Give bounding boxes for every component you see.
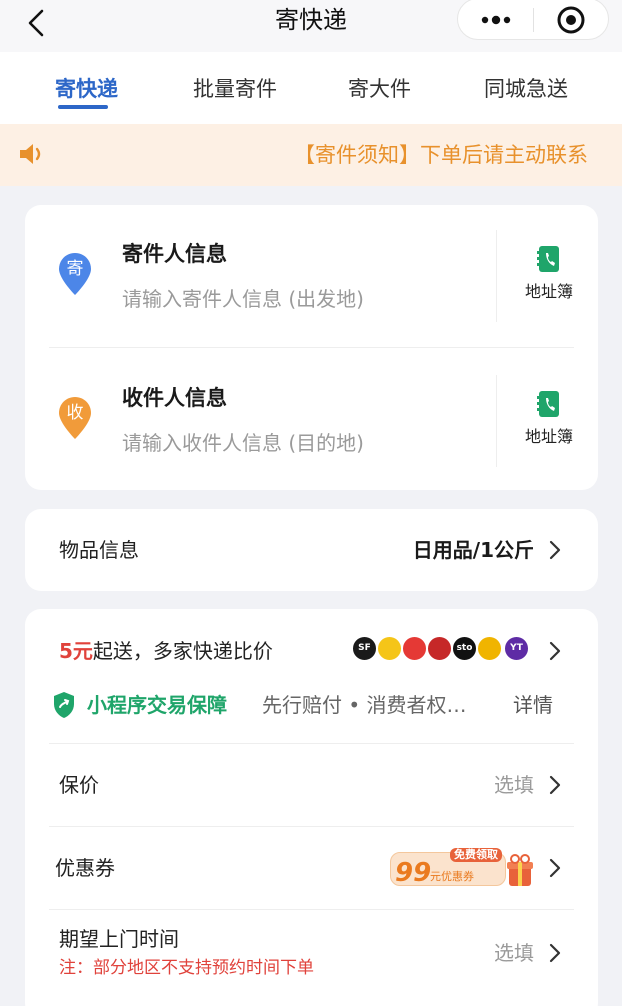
chevron-right-icon[interactable] <box>548 775 562 795</box>
chevron-right-icon <box>549 540 561 560</box>
chevron-right-icon[interactable] <box>548 943 562 963</box>
coupon-badge[interactable]: 免费领取 99 元优惠券 <box>390 844 536 894</box>
courier-logo-yt: YT <box>504 636 529 661</box>
speaker-icon <box>20 144 41 164</box>
divider <box>49 909 574 910</box>
coupon-label: 优惠券 <box>55 856 115 880</box>
address-card: 寄 寄件人信息 请输入寄件人信息 (出发地) 地址簿 收 收件人信息 请输入收件… <box>25 205 598 490</box>
address-book-icon <box>537 391 559 417</box>
courier-logos: SF sto YT <box>352 633 534 663</box>
price-compare-text: 起送，多家快递比价 <box>92 639 273 663</box>
courier-logo <box>402 636 427 661</box>
coupon-unit-text: 元优惠券 <box>430 870 474 883</box>
pickup-time-value[interactable]: 选填 <box>494 938 534 968</box>
receiver-address-book-button[interactable]: 地址簿 <box>513 390 585 448</box>
sender-address-book-button[interactable]: 地址簿 <box>513 245 585 303</box>
guarantee-detail-link[interactable]: 详情 <box>513 690 553 720</box>
receiver-badge: 收 <box>57 395 93 441</box>
pickup-time-label: 期望上门时间 <box>59 927 179 951</box>
capsule-divider <box>533 8 534 32</box>
receiver-input-placeholder[interactable]: 请输入收件人信息 (目的地) <box>122 428 364 458</box>
notice-banner[interactable]: 【寄件须知】下单后请主动联系 <box>0 124 622 186</box>
courier-logo-sto: sto <box>452 636 477 661</box>
tab-same-city[interactable]: 同城急送 <box>484 74 568 104</box>
shield-icon <box>54 692 74 718</box>
guarantee-title: 小程序交易保障 <box>87 693 227 717</box>
goods-info-row[interactable]: 物品信息 日用品/1公斤 <box>25 509 598 591</box>
sender-title[interactable]: 寄件人信息 <box>122 239 227 269</box>
notice-text: 【寄件须知】下单后请主动联系 <box>294 143 588 167</box>
receiver-badge-text: 收 <box>66 403 84 423</box>
price-compare-row[interactable]: 5元起送，多家快递比价 <box>59 636 273 666</box>
courier-logo <box>427 636 452 661</box>
sender-badge: 寄 <box>57 251 93 297</box>
insurance-label: 保价 <box>59 773 99 797</box>
tab-large-item[interactable]: 寄大件 <box>348 74 411 104</box>
sender-badge-text: 寄 <box>66 259 84 279</box>
sender-address-book-label: 地址簿 <box>524 282 573 301</box>
receiver-divider <box>496 375 497 467</box>
mini-program-capsule <box>457 0 609 40</box>
more-dots-icon[interactable] <box>476 5 516 35</box>
price-highlight: 5元 <box>59 639 93 663</box>
sender-input-placeholder[interactable]: 请输入寄件人信息 (出发地) <box>122 284 364 314</box>
service-card: 5元起送，多家快递比价 SF sto YT 小程序交易保障 先行赔付 • 消费者… <box>25 609 598 1006</box>
receiver-address-book-label: 地址簿 <box>524 427 573 446</box>
tab-send-express[interactable]: 寄快递 <box>55 74 118 104</box>
goods-label: 物品信息 <box>59 538 139 562</box>
divider <box>49 826 574 827</box>
target-circle-icon[interactable] <box>554 3 588 37</box>
active-tab-indicator <box>58 105 108 109</box>
receiver-title[interactable]: 收件人信息 <box>122 383 227 413</box>
chevron-right-icon[interactable] <box>548 858 562 878</box>
insurance-value[interactable]: 选填 <box>494 770 534 800</box>
address-divider <box>49 347 574 348</box>
tab-bar: 寄快递 批量寄件 寄大件 同城急送 <box>0 52 622 124</box>
gift-icon <box>507 854 533 886</box>
goods-value: 日用品/1公斤 <box>412 538 534 562</box>
divider <box>49 743 574 744</box>
sender-divider <box>496 230 497 322</box>
address-book-icon <box>537 246 559 272</box>
courier-logo <box>377 636 402 661</box>
coupon-tag: 免费领取 <box>450 848 502 862</box>
top-bar: 寄快递 <box>0 0 622 52</box>
courier-logo <box>477 636 502 661</box>
pickup-time-note: 注：部分地区不支持预约时间下单 <box>59 958 314 978</box>
courier-logo-sf: SF <box>352 636 377 661</box>
chevron-right-icon[interactable] <box>548 641 562 661</box>
tab-batch-send[interactable]: 批量寄件 <box>193 74 277 104</box>
guarantee-desc: 先行赔付 • 消费者权… <box>262 693 467 717</box>
coupon-amount: 99 <box>395 858 432 888</box>
